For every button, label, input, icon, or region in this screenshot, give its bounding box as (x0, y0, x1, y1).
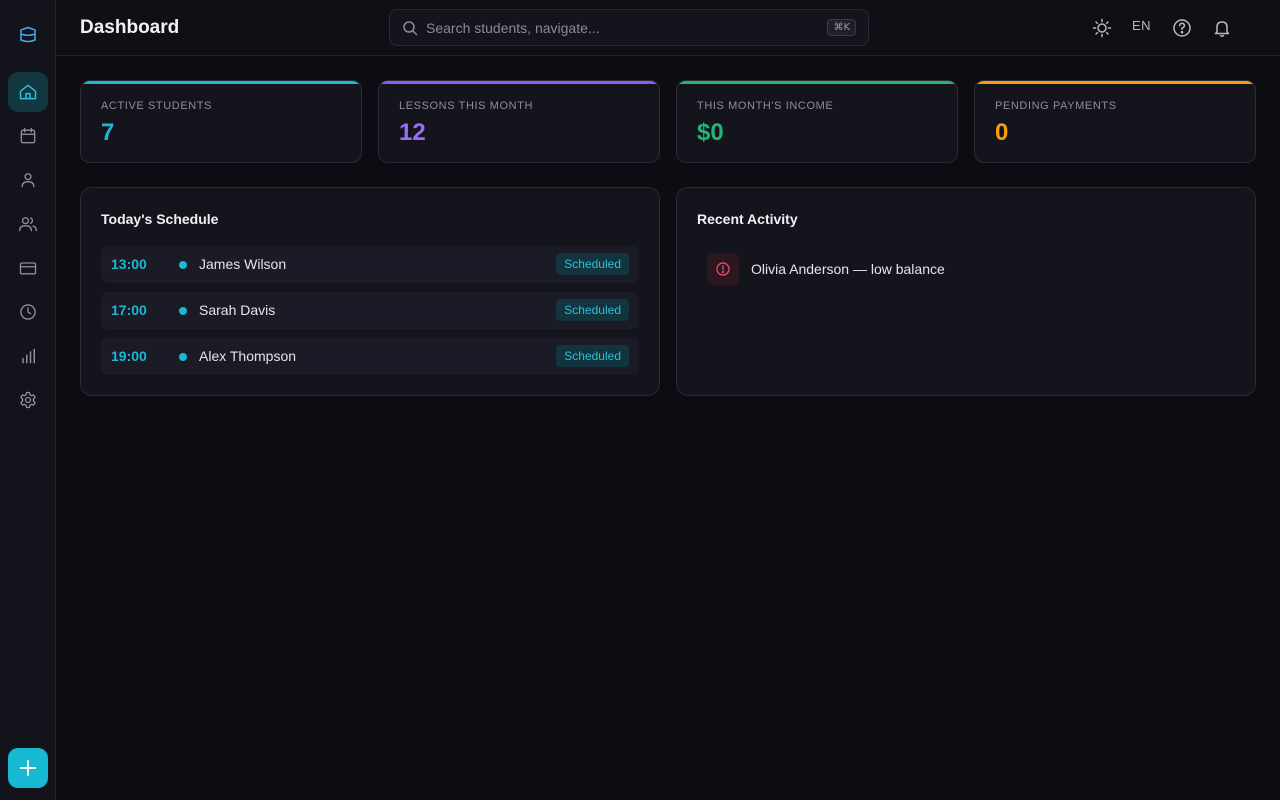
sidebar-item-calendar[interactable] (8, 116, 48, 156)
sidebar-item-history[interactable] (8, 292, 48, 332)
student-name: James Wilson (199, 256, 287, 272)
sidebar-item-settings[interactable] (8, 380, 48, 420)
bar-chart-icon (22, 348, 35, 364)
bell-icon (1214, 21, 1230, 37)
schedule-row[interactable]: 13:00 James Wilson Scheduled (101, 246, 639, 283)
status-dot (179, 353, 187, 361)
schedule-panel: Today's Schedule 13:00 James Wilson Sche… (80, 187, 660, 396)
stat-label: LESSONS THIS MONTH (399, 100, 534, 112)
sun-icon (1092, 18, 1112, 38)
stat-value: 12 (399, 119, 426, 146)
logo-icon[interactable] (16, 24, 40, 46)
sidebar-item-students[interactable] (8, 204, 48, 244)
search-input[interactable] (426, 10, 816, 45)
stat-card-active-students: ACTIVE STUDENTS 7 (80, 80, 362, 163)
sidebar-item-payments[interactable] (8, 248, 48, 288)
clock-icon (20, 304, 36, 320)
stat-label: PENDING PAYMENTS (995, 100, 1117, 112)
stat-card-pending-payments: PENDING PAYMENTS 0 (974, 80, 1256, 163)
sidebar (0, 0, 56, 800)
alert-circle-icon (716, 262, 730, 276)
stat-accent-bar (379, 81, 659, 84)
help-button[interactable] (1170, 16, 1194, 40)
gear-icon (20, 391, 36, 409)
language-switcher[interactable]: EN (1132, 18, 1151, 33)
status-badge: Scheduled (556, 299, 629, 321)
stat-accent-bar (677, 81, 957, 84)
stat-value: 0 (995, 119, 1009, 146)
panel-title: Today's Schedule (101, 211, 219, 227)
status-dot (179, 307, 187, 315)
status-badge: Scheduled (556, 253, 629, 275)
stat-value: $0 (697, 119, 724, 146)
lesson-time: 19:00 (111, 348, 147, 364)
stat-card-lessons-this-month: LESSONS THIS MONTH 12 (378, 80, 660, 163)
sidebar-item-reports[interactable] (8, 336, 48, 376)
add-button[interactable] (8, 748, 48, 788)
stat-accent-bar (81, 81, 361, 84)
sidebar-item-home[interactable] (8, 72, 48, 112)
home-icon (19, 84, 37, 100)
student-name: Sarah Davis (199, 302, 276, 318)
stat-label: THIS MONTH'S INCOME (697, 100, 834, 112)
activity-panel: Recent Activity Olivia Anderson — low ba… (676, 187, 1256, 396)
stat-accent-bar (975, 81, 1255, 84)
schedule-row[interactable]: 17:00 Sarah Davis Scheduled (101, 292, 639, 329)
activity-alert-badge (707, 253, 739, 285)
search-shortcut-hint: ⌘K (827, 19, 856, 36)
activity-item-text[interactable]: Olivia Anderson — low balance (751, 261, 945, 277)
lesson-time: 13:00 (111, 256, 147, 272)
stat-label: ACTIVE STUDENTS (101, 100, 213, 112)
search-icon (403, 21, 418, 36)
credit-card-icon (19, 262, 37, 275)
stat-card-monthly-income: THIS MONTH'S INCOME $0 (676, 80, 958, 163)
page-title: Dashboard (80, 17, 180, 38)
calendar-icon (20, 127, 36, 144)
panel-title: Recent Activity (697, 211, 798, 227)
theme-toggle-button[interactable] (1090, 16, 1114, 40)
status-dot (179, 261, 187, 269)
plus-icon (20, 760, 36, 776)
user-icon (21, 173, 35, 188)
schedule-row[interactable]: 19:00 Alex Thompson Scheduled (101, 338, 639, 375)
stat-value: 7 (101, 119, 115, 146)
users-icon (19, 217, 37, 232)
student-name: Alex Thompson (199, 348, 297, 364)
sidebar-item-student[interactable] (8, 160, 48, 200)
notifications-button[interactable] (1210, 16, 1234, 40)
lesson-time: 17:00 (111, 302, 147, 318)
help-circle-icon (1173, 19, 1191, 37)
status-badge: Scheduled (556, 345, 629, 367)
top-bar: Dashboard ⌘K EN (56, 0, 1280, 56)
search-box[interactable]: ⌘K (389, 9, 869, 46)
